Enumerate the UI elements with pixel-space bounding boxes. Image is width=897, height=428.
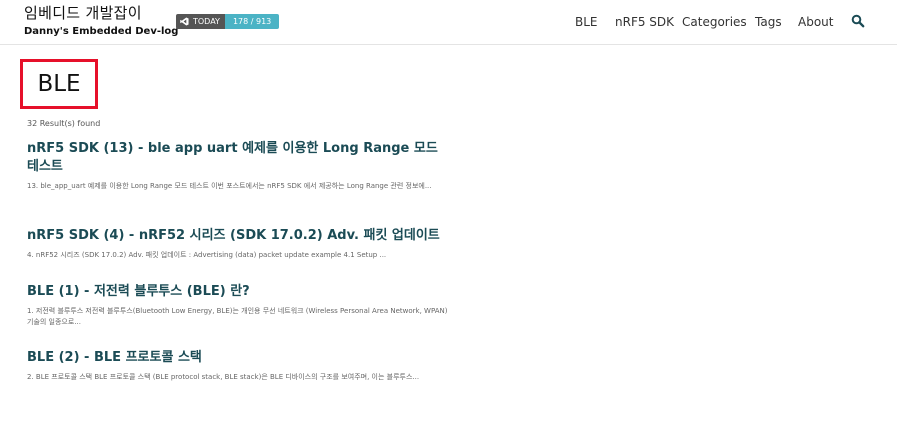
nav-tags[interactable]: Tags (755, 14, 782, 30)
result-excerpt: 2. BLE 프로토콜 스택 BLE 프로토콜 스택 (BLE protocol… (27, 373, 420, 381)
nav-ble[interactable]: BLE (575, 14, 598, 30)
nav-categories[interactable]: Categories (682, 14, 747, 30)
result-excerpt: 13. ble_app_uart 예제를 이용한 Long Range 모드 테… (27, 182, 432, 190)
result-title[interactable]: nRF5 SDK (4) - nRF52 시리즈 (SDK 17.0.2) Ad… (27, 227, 452, 245)
site-title[interactable]: 임베디드 개발잡이 (24, 4, 178, 22)
result-item: nRF5 SDK (4) - nRF52 시리즈 (SDK 17.0.2) Ad… (27, 227, 452, 261)
site-subtitle: Danny's Embedded Dev-log (24, 26, 179, 37)
result-title[interactable]: BLE (2) - BLE 프로토콜 스택 (27, 349, 452, 367)
badge-label: TODAY (193, 17, 220, 26)
search-icon[interactable] (851, 14, 865, 28)
search-query-box[interactable]: BLE (20, 59, 98, 109)
visitor-badge: TODAY 178 / 913 (176, 14, 280, 29)
site-brand[interactable]: 임베디드 개발잡이 Danny's Embedded Dev-log (24, 4, 178, 38)
result-item: BLE (2) - BLE 프로토콜 스택 2. BLE 프로토콜 스택 BLE… (27, 349, 452, 383)
badge-label-section: TODAY (176, 14, 225, 29)
badge-count: 178 / 913 (224, 14, 280, 29)
vscode-icon (180, 17, 189, 26)
result-excerpt: 1. 저전력 블루투스 저전력 블루투스(Bluetooth Low Energ… (27, 307, 448, 326)
result-excerpt: 4. nRF52 시리즈 (SDK 17.0.2) Adv. 패킷 업데이트 :… (27, 251, 387, 259)
nav-about[interactable]: About (798, 14, 833, 30)
result-item: BLE (1) - 저전력 블루투스 (BLE) 란? 1. 저전력 블루투스 … (27, 283, 452, 328)
result-title[interactable]: nRF5 SDK (13) - ble app uart 예제를 이용한 Lon… (27, 140, 452, 176)
result-item: nRF5 SDK (13) - ble app uart 예제를 이용한 Lon… (27, 140, 452, 192)
result-title[interactable]: BLE (1) - 저전력 블루투스 (BLE) 란? (27, 283, 452, 301)
site-header: 임베디드 개발잡이 Danny's Embedded Dev-log TODAY… (0, 0, 897, 45)
nav-nrf5-sdk[interactable]: nRF5 SDK (615, 14, 674, 30)
results-count: 32 Result(s) found (27, 119, 101, 128)
